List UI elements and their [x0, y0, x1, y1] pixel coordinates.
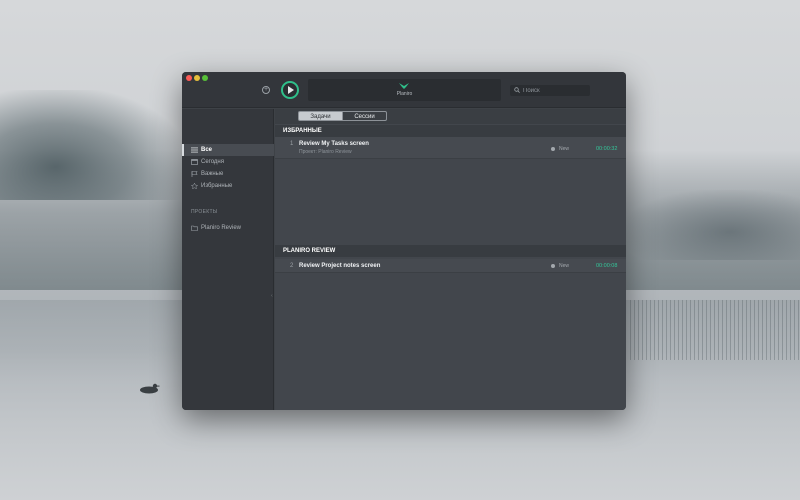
- background-trees-right: [625, 190, 800, 260]
- title-bar: + Planiro: [182, 72, 626, 108]
- duck-image: [140, 383, 160, 394]
- status-dot-icon: [551, 264, 555, 268]
- task-number: 1: [290, 141, 294, 147]
- view-switcher: Задачи Сессии: [275, 109, 626, 124]
- maximize-window-button[interactable]: [202, 75, 208, 81]
- task-row[interactable]: 1 Review My Tasks screen Проект: Planiro…: [275, 137, 626, 159]
- background-trees: [0, 90, 185, 200]
- task-project: Проект: Planiro Review: [299, 149, 352, 155]
- sidebar-item-favorites[interactable]: Избранные: [182, 180, 274, 192]
- calendar-icon: [191, 159, 198, 165]
- task-title: Review Project notes screen: [299, 263, 381, 269]
- sidebar-item-important[interactable]: Важные: [182, 168, 274, 180]
- group-header-favorites: ИЗБРАННЫЕ: [275, 125, 626, 137]
- play-timer-button[interactable]: [281, 81, 299, 99]
- close-window-button[interactable]: [186, 75, 192, 81]
- star-icon: [191, 183, 198, 189]
- task-status: New: [559, 263, 570, 269]
- search-input[interactable]: [523, 85, 588, 96]
- add-task-button[interactable]: +: [262, 86, 270, 94]
- sidebar-item-label: Сегодня: [201, 159, 224, 165]
- status-dot-icon: [551, 147, 555, 151]
- task-row[interactable]: 2 Review Project notes screen New 00:00:…: [275, 259, 626, 273]
- sidebar-item-label: Важные: [201, 171, 224, 177]
- sidebar-collapse-handle[interactable]: ‹: [271, 293, 273, 299]
- projects-section-header: ПРОЕКТЫ: [191, 209, 218, 215]
- sidebar-item-all[interactable]: Все: [182, 144, 274, 156]
- search-icon: [514, 87, 520, 93]
- task-list-pane: Задачи Сессии ИЗБРАННЫЕ 1 Review My Task…: [275, 109, 626, 410]
- task-number: 2: [290, 263, 294, 269]
- sidebar: Все Сегодня Важные Избранные ПРОЕКТЫ Pla…: [182, 109, 274, 410]
- flag-icon: [191, 171, 198, 177]
- list-icon: [191, 147, 198, 153]
- tab-tasks[interactable]: Задачи: [298, 111, 343, 121]
- folder-icon: [191, 225, 198, 231]
- background-reeds: [630, 300, 800, 360]
- sidebar-item-label: Planiro Review: [201, 225, 242, 231]
- sidebar-item-label: Избранные: [201, 183, 233, 189]
- brand-name: Planiro: [396, 91, 413, 97]
- planiro-logo-icon: [399, 83, 409, 89]
- sidebar-item-today[interactable]: Сегодня: [182, 156, 274, 168]
- group-spacer: [275, 160, 626, 172]
- app-window: + Planiro Все: [182, 72, 626, 410]
- tab-sessions[interactable]: Сессии: [342, 111, 387, 121]
- minimize-window-button[interactable]: [194, 75, 200, 81]
- task-time: 00:00:32: [596, 146, 618, 152]
- play-icon: [288, 86, 294, 94]
- task-status: New: [559, 146, 570, 152]
- task-title: Review My Tasks screen: [299, 141, 369, 147]
- plus-icon: +: [263, 86, 269, 93]
- timer-panel: Planiro: [308, 79, 501, 101]
- search-box[interactable]: [510, 85, 590, 96]
- group-header-planiro-review: PLANIRO REVIEW: [275, 245, 626, 257]
- sidebar-item-label: Все: [201, 147, 213, 153]
- task-time: 00:00:08: [596, 263, 618, 269]
- sidebar-project-planiro-review[interactable]: Planiro Review: [182, 222, 274, 234]
